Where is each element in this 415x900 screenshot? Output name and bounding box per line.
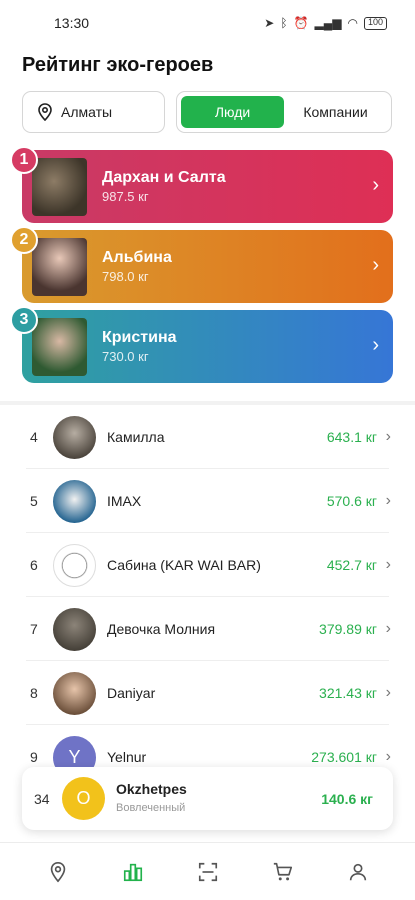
top-card-3[interactable]: 3 Кристина 730.0 кг › xyxy=(10,306,393,383)
current-user-rank: 34 xyxy=(34,790,50,807)
signal-icon: ▂▄▆ xyxy=(314,16,342,30)
list-item[interactable]: 6 Сабина (KAR WAI BAR) 452.7 кг › xyxy=(0,533,415,597)
avatar xyxy=(32,237,87,296)
location-pin-icon xyxy=(38,103,52,121)
list-item[interactable]: 4 Камилла 643.1 кг › xyxy=(0,405,415,469)
profile-icon xyxy=(349,863,366,880)
chevron-right-icon: › xyxy=(385,620,391,637)
bluetooth-icon: ᛒ xyxy=(280,16,288,30)
avatar xyxy=(53,479,96,523)
avatar xyxy=(53,415,96,459)
scan-icon xyxy=(198,862,217,881)
current-user-name: Okzhetpes xyxy=(116,781,187,797)
row-rank: 4 xyxy=(30,429,38,445)
nav-map[interactable] xyxy=(38,852,78,892)
top-card-2[interactable]: 2 Альбина 798.0 кг › xyxy=(10,226,393,303)
current-user-weight: 140.6 кг xyxy=(321,790,373,807)
row-rank: 9 xyxy=(30,749,38,765)
city-label: Алматы xyxy=(61,104,113,120)
people-companies-toggle: Люди Компании xyxy=(176,91,392,133)
nav-rating[interactable] xyxy=(113,852,153,892)
row-name: Камилла xyxy=(107,429,165,445)
avatar: O xyxy=(62,777,105,820)
alarm-icon: ⏰ xyxy=(293,16,309,30)
chevron-right-icon: › xyxy=(385,684,391,701)
map-pin-icon xyxy=(50,861,65,882)
chevron-right-icon: › xyxy=(372,334,379,356)
avatar xyxy=(32,157,87,216)
location-arrow-icon: ➤ xyxy=(264,16,275,30)
nav-cart[interactable] xyxy=(263,852,303,892)
card-weight: 730.0 кг xyxy=(102,349,149,364)
avatar xyxy=(53,607,96,651)
row-name: Девочка Молния xyxy=(107,621,216,637)
card-weight: 798.0 кг xyxy=(102,269,149,284)
row-rank: 7 xyxy=(30,621,38,637)
row-weight: 643.1 кг xyxy=(326,429,377,445)
row-rank: 8 xyxy=(30,685,38,701)
wifi-icon: ◠ xyxy=(347,16,358,30)
chevron-right-icon: › xyxy=(385,748,391,765)
nav-profile[interactable] xyxy=(338,852,378,892)
list-item[interactable]: 8 Daniyar 321.43 кг › xyxy=(0,661,415,725)
chevron-right-icon: › xyxy=(385,556,391,573)
row-weight: 321.43 кг xyxy=(319,685,377,701)
avatar xyxy=(53,671,96,715)
row-weight: 273.601 кг xyxy=(311,749,377,765)
rank-badge: 1 xyxy=(10,146,38,174)
status-bar: 13:30 ➤ ᛒ ⏰ ▂▄▆ ◠ 100 xyxy=(0,0,415,46)
avatar xyxy=(53,543,96,587)
row-name: Yelnur xyxy=(107,749,147,765)
status-time: 13:30 xyxy=(54,15,90,31)
tab-companies[interactable]: Компании xyxy=(284,96,387,128)
row-name: Сабина (KAR WAI BAR) xyxy=(107,557,261,573)
rating-chart-icon xyxy=(123,863,142,881)
bottom-nav xyxy=(0,842,415,900)
card-name: Альбина xyxy=(102,249,172,266)
rank-badge: 2 xyxy=(10,226,38,254)
rank-badge: 3 xyxy=(10,306,38,334)
card-name: Дархан и Салта xyxy=(102,169,226,186)
tab-people[interactable]: Люди xyxy=(181,96,284,128)
row-rank: 6 xyxy=(30,557,38,573)
city-select[interactable]: Алматы xyxy=(22,91,165,133)
row-rank: 5 xyxy=(30,493,38,509)
row-weight: 379.89 кг xyxy=(319,621,377,637)
chevron-right-icon: › xyxy=(372,254,379,276)
current-user-status: Вовлеченный xyxy=(116,802,186,814)
row-weight: 452.7 кг xyxy=(326,557,377,573)
battery-icon: 100 xyxy=(363,16,387,30)
list-item[interactable]: 5 IMAX 570.6 кг › xyxy=(0,469,415,533)
row-name: IMAX xyxy=(107,493,142,509)
status-icons: ➤ ᛒ ⏰ ▂▄▆ ◠ 100 xyxy=(264,16,387,30)
card-name: Кристина xyxy=(102,329,177,346)
current-user-card[interactable]: 34 O Okzhetpes Вовлеченный 140.6 кг xyxy=(22,767,393,830)
chevron-right-icon: › xyxy=(385,492,391,509)
row-weight: 570.6 кг xyxy=(326,493,377,509)
cart-icon xyxy=(273,862,292,880)
list-item[interactable]: 7 Девочка Молния 379.89 кг › xyxy=(0,597,415,661)
row-name: Daniyar xyxy=(107,685,156,701)
nav-scan[interactable] xyxy=(188,852,228,892)
page-title: Рейтинг эко-героев xyxy=(22,54,214,76)
top-card-1[interactable]: 1 Дархан и Салта 987.5 кг › xyxy=(10,146,393,223)
card-weight: 987.5 кг xyxy=(102,189,149,204)
chevron-right-icon: › xyxy=(385,428,391,445)
avatar xyxy=(32,317,87,376)
chevron-right-icon: › xyxy=(372,174,379,196)
